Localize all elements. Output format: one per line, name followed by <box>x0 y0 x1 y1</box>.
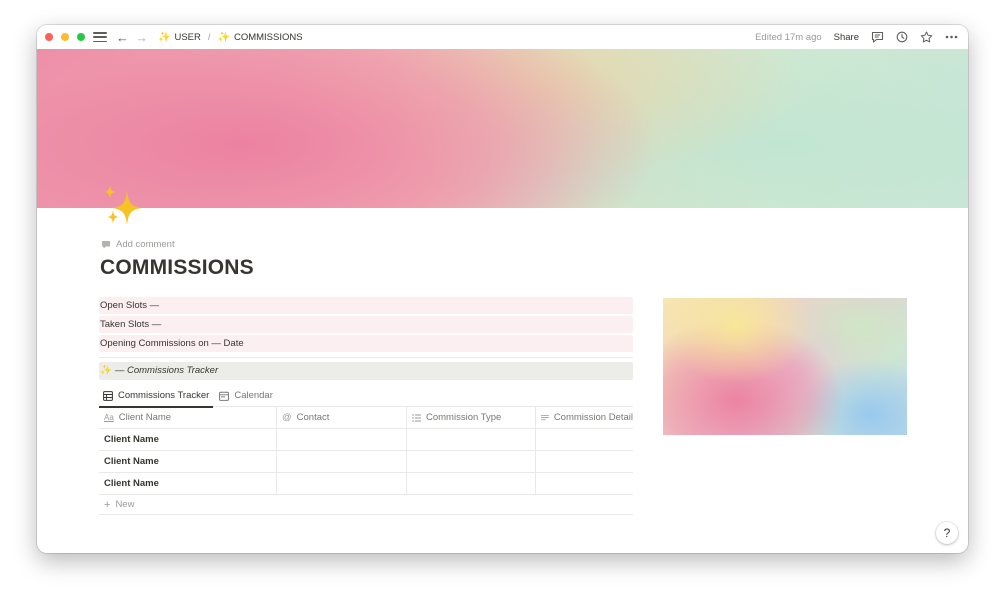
sparkles-icon[interactable] <box>100 185 150 229</box>
commission-type-cell[interactable] <box>407 473 536 495</box>
more-options-icon[interactable] <box>945 35 958 39</box>
zoom-window-button[interactable] <box>77 33 85 41</box>
new-row-label: New <box>115 499 135 510</box>
calendar-icon <box>219 391 230 401</box>
column-header-label: Client Name <box>118 412 172 423</box>
topbar-actions: Edited 17m ago Share <box>755 31 958 43</box>
database-heading-label: — Commissions Tracker <box>114 365 219 376</box>
table-row[interactable]: Client Name <box>99 429 633 451</box>
commission-detail-cell[interactable] <box>536 429 633 451</box>
divider <box>99 357 633 358</box>
plus-icon: + <box>104 498 111 511</box>
column-header-contact[interactable]: @ Contact <box>277 407 407 429</box>
history-clock-icon[interactable] <box>896 31 908 43</box>
client-name-cell[interactable]: Client Name <box>99 429 277 451</box>
table-icon <box>103 390 113 401</box>
title-icon: Aa <box>104 413 114 422</box>
commission-type-cell[interactable] <box>407 451 536 473</box>
table-header-row: Aa Client Name @ Contact Commission Type… <box>99 407 633 429</box>
commission-detail-cell[interactable] <box>536 473 633 495</box>
commission-detail-cell[interactable] <box>536 451 633 473</box>
column-header-label: Contact <box>296 412 330 423</box>
client-name-cell[interactable]: Client Name <box>99 473 277 495</box>
page-cover-image[interactable] <box>37 49 968 208</box>
sparkles-icon: ✨ <box>158 31 171 43</box>
contact-cell[interactable] <box>277 473 407 495</box>
help-button[interactable]: ? <box>936 522 958 544</box>
page-title[interactable]: COMMISSIONS <box>100 256 254 280</box>
taken-slots-text[interactable]: Taken Slots — <box>99 316 633 333</box>
column-header-commission-type[interactable]: Commission Type <box>407 407 536 429</box>
contact-cell[interactable] <box>277 451 407 473</box>
commission-type-cell[interactable] <box>407 429 536 451</box>
add-comment-label: Add comment <box>116 239 175 250</box>
database-heading[interactable]: ✨ — Commissions Tracker <box>99 362 633 380</box>
tab-calendar[interactable]: Calendar <box>215 385 277 406</box>
favorite-star-icon[interactable] <box>920 31 933 43</box>
breadcrumb-separator: / <box>207 31 211 43</box>
column-header-client-name[interactable]: Aa Client Name <box>99 407 277 429</box>
column-header-label: Commission Type <box>426 412 502 423</box>
close-window-button[interactable] <box>45 33 53 41</box>
client-name-cell[interactable]: Client Name <box>99 451 277 473</box>
column-header-label: Commission Detail <box>553 412 633 423</box>
opening-date-text[interactable]: Opening Commissions on — Date <box>99 335 633 352</box>
commissions-table: Aa Client Name @ Contact Commission Type… <box>99 407 633 515</box>
edited-timestamp: Edited 17m ago <box>755 31 822 43</box>
breadcrumb-item-commissions[interactable]: COMMISSIONS <box>234 32 303 43</box>
text-icon <box>541 415 549 421</box>
database-view-tabs: Commissions Tracker Calendar <box>99 385 633 408</box>
tab-label: Commissions Tracker <box>118 390 210 401</box>
add-comment-button[interactable]: Add comment <box>101 239 175 250</box>
forward-arrow-icon[interactable]: → <box>135 31 148 44</box>
sparkles-icon: ✨ <box>100 365 112 376</box>
list-icon <box>412 414 421 422</box>
breadcrumb: ✨ USER / ✨ COMMISSIONS <box>158 32 303 43</box>
comments-icon[interactable] <box>871 31 884 43</box>
title-bar: ← → ✨ USER / ✨ COMMISSIONS Edited 17m ag… <box>37 25 968 49</box>
sidebar-menu-icon[interactable] <box>93 32 107 42</box>
app-window: ← → ✨ USER / ✨ COMMISSIONS Edited 17m ag… <box>37 25 968 553</box>
open-slots-text[interactable]: Open Slots — <box>99 297 633 314</box>
sparkles-icon: ✨ <box>217 31 230 43</box>
table-row[interactable]: Client Name <box>99 451 633 473</box>
share-button[interactable]: Share <box>834 32 859 43</box>
window-controls <box>45 33 85 41</box>
at-icon: @ <box>282 412 292 423</box>
minimize-window-button[interactable] <box>61 33 69 41</box>
tab-commissions-tracker[interactable]: Commissions Tracker <box>99 385 214 408</box>
breadcrumb-item-user[interactable]: USER <box>174 32 200 43</box>
new-row-button[interactable]: + New <box>99 495 633 515</box>
slot-info-list: Open Slots — Taken Slots — Opening Commi… <box>99 297 633 354</box>
comment-icon <box>102 240 110 248</box>
column-header-commission-detail[interactable]: Commission Detail <box>536 407 633 429</box>
contact-cell[interactable] <box>277 429 407 451</box>
tab-label: Calendar <box>234 390 273 401</box>
history-nav: ← → <box>116 31 148 44</box>
back-arrow-icon[interactable]: ← <box>116 31 129 44</box>
gradient-image[interactable] <box>663 298 907 435</box>
table-row[interactable]: Client Name <box>99 473 633 495</box>
